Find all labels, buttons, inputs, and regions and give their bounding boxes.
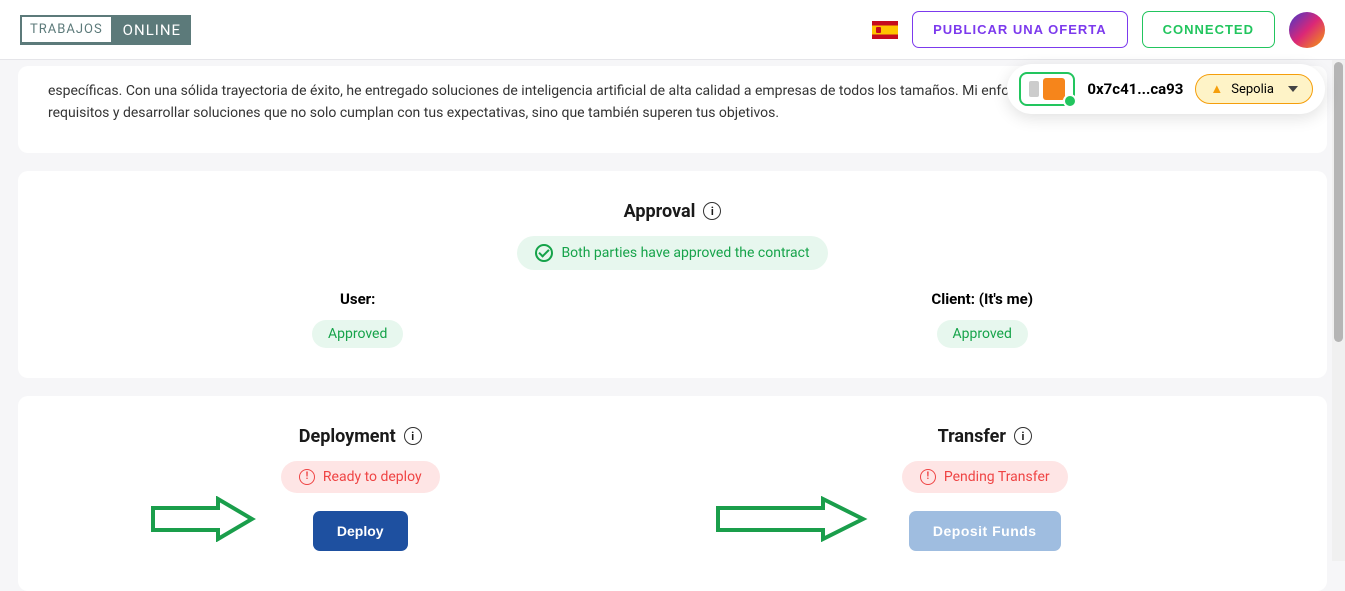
user-label: User:: [312, 290, 403, 308]
actions-card: Deployment i ! Ready to deploy Deploy Tr…: [18, 396, 1327, 591]
transfer-title: Transfer: [938, 426, 1006, 447]
wallet-widget: 0x7c41...ca93 ▲ Sepolia: [1007, 64, 1325, 114]
metamask-icon: [1043, 78, 1065, 100]
header-actions: PUBLICAR UNA OFERTA CONNECTED: [872, 11, 1325, 48]
check-circle-icon: [535, 244, 553, 262]
deployment-section: Deployment i ! Ready to deploy Deploy: [48, 426, 673, 551]
wallet-connected-check-icon: [1063, 94, 1077, 108]
arrow-annotation-icon: [713, 496, 868, 542]
logo[interactable]: TRABAJOS ONLINE: [20, 15, 191, 45]
transfer-status-pill: ! Pending Transfer: [902, 461, 1068, 493]
chevron-down-icon: [1288, 86, 1298, 92]
alert-circle-icon: !: [299, 469, 315, 485]
logo-left: TRABAJOS: [20, 15, 113, 44]
user-approved-badge: Approved: [312, 320, 403, 348]
info-icon[interactable]: i: [1014, 427, 1032, 445]
transfer-section: Transfer i ! Pending Transfer Deposit Fu…: [673, 426, 1298, 551]
deployment-status-text: Ready to deploy: [323, 469, 422, 485]
info-icon[interactable]: i: [404, 427, 422, 445]
main-content: específicas. Con una sólida trayectoria …: [0, 66, 1345, 591]
connected-button[interactable]: CONNECTED: [1142, 11, 1275, 48]
approval-status-text: Both parties have approved the contract: [561, 245, 809, 261]
deposit-funds-button[interactable]: Deposit Funds: [909, 511, 1061, 551]
user-approval-col: User: Approved: [312, 290, 403, 348]
avatar[interactable]: [1289, 12, 1325, 48]
deployment-status-pill: ! Ready to deploy: [281, 461, 440, 493]
approval-title: Approval: [624, 201, 696, 222]
arrow-annotation-icon: [148, 496, 258, 542]
alert-circle-icon: !: [920, 469, 936, 485]
client-approval-col: Client: (It's me) Approved: [931, 290, 1033, 348]
network-name: Sepolia: [1231, 82, 1274, 97]
wallet-icon-box[interactable]: [1019, 72, 1075, 106]
logo-right: ONLINE: [113, 21, 191, 39]
client-label: Client: (It's me): [931, 290, 1033, 308]
publish-offer-button[interactable]: PUBLICAR UNA OFERTA: [912, 11, 1128, 48]
wallet-address: 0x7c41...ca93: [1087, 80, 1183, 98]
client-approved-badge: Approved: [937, 320, 1028, 348]
approval-card: Approval i Both parties have approved th…: [18, 171, 1327, 378]
approval-status-pill: Both parties have approved the contract: [517, 236, 827, 270]
info-icon[interactable]: i: [703, 202, 721, 220]
deployment-title: Deployment: [299, 426, 396, 447]
spain-flag-icon[interactable]: [872, 21, 898, 39]
transfer-status-text: Pending Transfer: [944, 469, 1050, 485]
app-header: TRABAJOS ONLINE PUBLICAR UNA OFERTA CONN…: [0, 0, 1345, 60]
deploy-button[interactable]: Deploy: [313, 511, 408, 551]
warning-triangle-icon: ▲: [1210, 81, 1223, 97]
network-selector[interactable]: ▲ Sepolia: [1195, 74, 1313, 104]
